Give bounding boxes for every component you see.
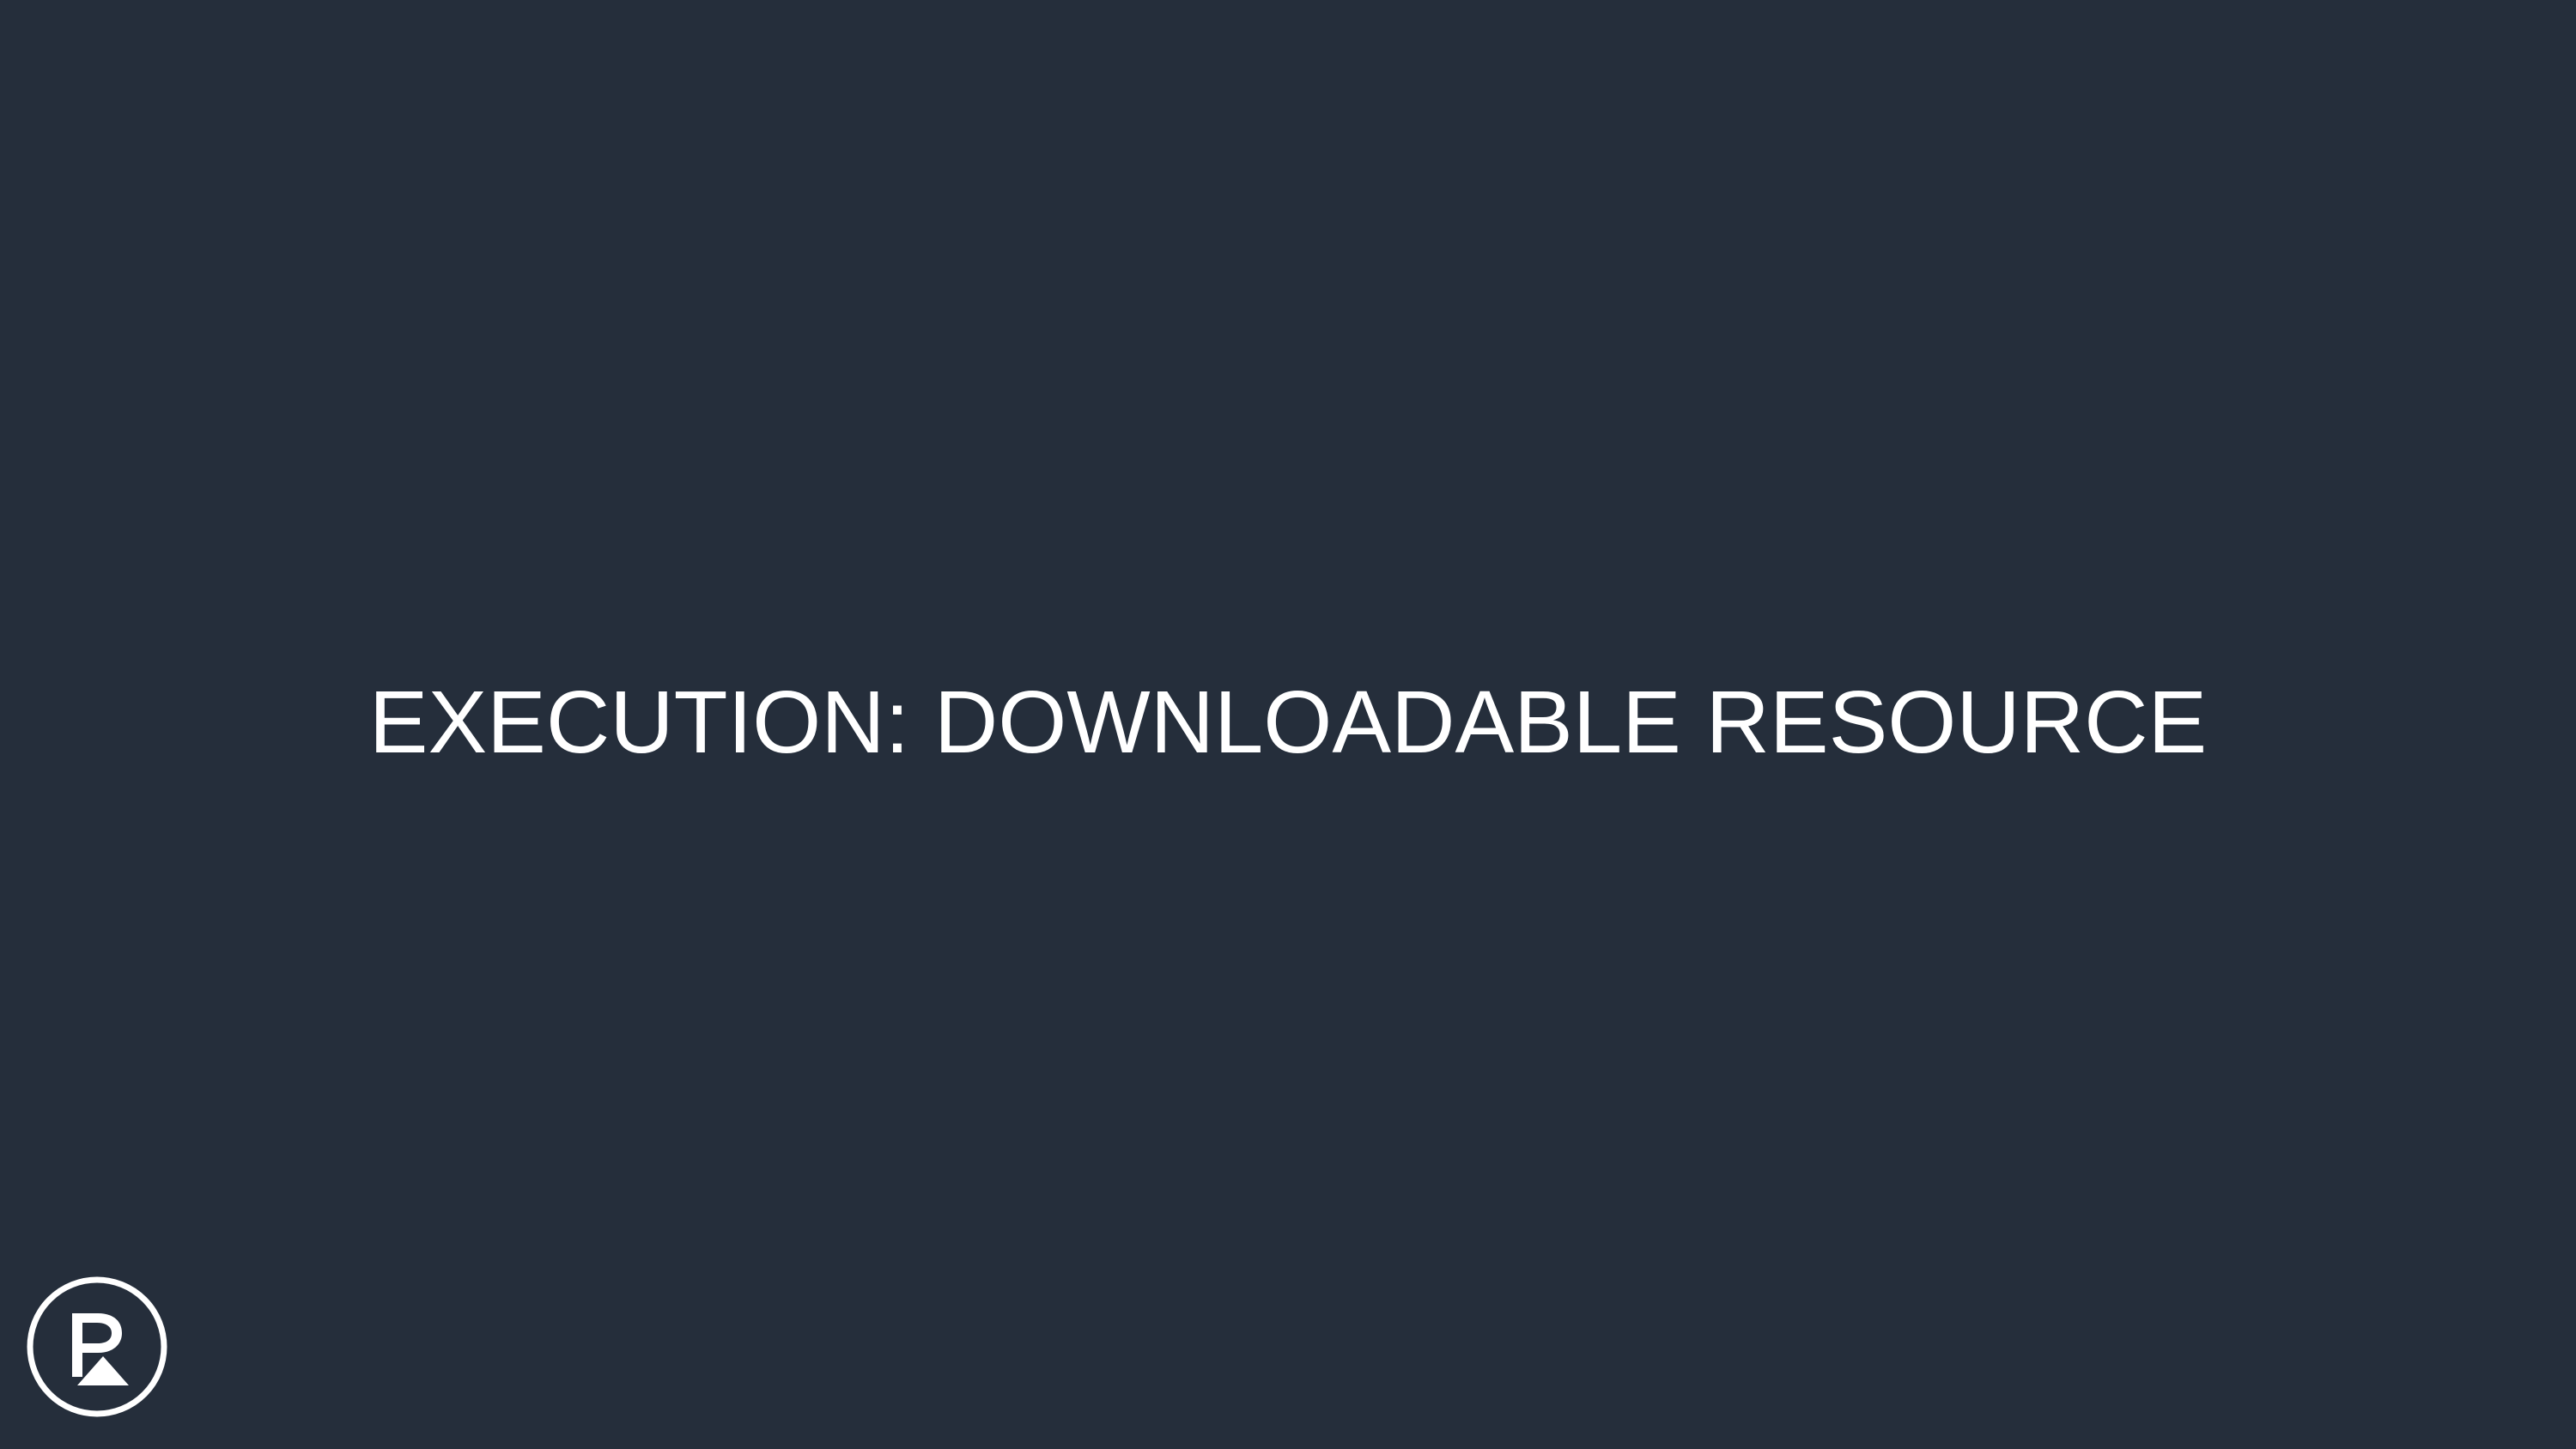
brand-logo-icon (24, 1274, 170, 1420)
slide: EXECUTION: DOWNLOADABLE RESOURCE (0, 0, 2576, 1449)
slide-title: EXECUTION: DOWNLOADABLE RESOURCE (368, 673, 2208, 771)
